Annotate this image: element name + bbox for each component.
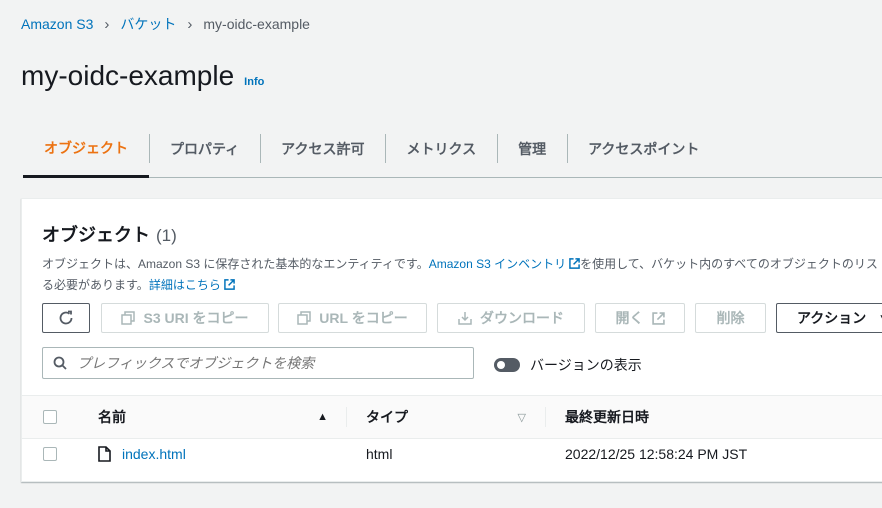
object-count: (1)	[156, 226, 177, 245]
copy-s3-uri-button[interactable]: S3 URI をコピー	[101, 303, 269, 333]
chevron-right-icon: ›	[104, 15, 110, 33]
external-link-icon	[569, 258, 580, 269]
breadcrumb-buckets[interactable]: バケット	[120, 14, 176, 34]
tab-bar: オブジェクト プロパティ アクセス許可 メトリクス 管理 アクセスポイント	[23, 120, 882, 178]
refresh-icon	[59, 310, 73, 325]
select-all-checkbox[interactable]	[43, 410, 57, 424]
search-box	[42, 347, 474, 379]
tab-metrics[interactable]: メトリクス	[385, 120, 497, 177]
panel-title: オブジェクト	[42, 225, 150, 245]
sort-icon: ▽	[517, 411, 526, 424]
info-link[interactable]: Info	[244, 76, 264, 88]
object-name-link[interactable]: index.html	[122, 446, 186, 462]
tab-objects[interactable]: オブジェクト	[23, 120, 149, 178]
page-title: my-oidc-example	[21, 60, 235, 91]
object-last-modified-cell: 2022/12/25 12:58:24 PM JST	[565, 446, 748, 462]
chevron-right-icon: ›	[187, 15, 193, 33]
search-icon	[53, 356, 67, 370]
page-header: my-oidc-example Info	[21, 60, 264, 92]
column-header-last-modified[interactable]: 最終更新日時	[565, 396, 649, 438]
versions-toggle-label: バージョンの表示	[530, 357, 642, 373]
column-header-type[interactable]: タイプ ▽	[366, 396, 526, 438]
copy-icon	[121, 311, 136, 325]
column-divider	[346, 407, 347, 427]
description-text: オブジェクトは、Amazon S3 に保存された基本的なエンティティです。	[42, 257, 429, 271]
learn-more-link[interactable]: 詳細はこちら	[149, 278, 235, 292]
external-link-icon	[224, 279, 235, 290]
delete-button[interactable]: 削除	[695, 303, 766, 333]
object-type-cell: html	[366, 446, 393, 462]
copy-icon	[297, 311, 312, 325]
tab-permissions[interactable]: アクセス許可	[260, 120, 385, 177]
objects-panel: オブジェクト (1) オブジェクトは、Amazon S3 に保存された基本的なエ…	[21, 198, 882, 482]
copy-url-button[interactable]: URL をコピー	[278, 303, 427, 333]
tab-management[interactable]: 管理	[497, 120, 567, 177]
tab-properties[interactable]: プロパティ	[149, 120, 260, 177]
panel-header: オブジェクト (1)	[42, 221, 177, 247]
inventory-link[interactable]: Amazon S3 インベントリ	[429, 257, 580, 271]
search-input[interactable]	[75, 354, 459, 372]
description-text-3: る必要があります。	[42, 278, 149, 292]
table-row: index.html html 2022/12/25 12:58:24 PM J…	[22, 437, 882, 477]
external-link-icon	[651, 311, 665, 325]
sort-ascending-icon: ▲	[317, 411, 328, 423]
refresh-button[interactable]	[42, 303, 90, 333]
actions-dropdown[interactable]: アクション ▼	[776, 303, 882, 333]
tab-access-points[interactable]: アクセスポイント	[567, 120, 720, 177]
table-header: 名前 ▲ タイプ ▽ 最終更新日時	[22, 395, 882, 439]
caret-down-icon: ▼	[878, 313, 882, 324]
description-text-2: を使用して、バケット内のすべてのオブジェクトのリス	[580, 257, 878, 271]
row-checkbox[interactable]	[43, 447, 57, 461]
download-button[interactable]: ダウンロード	[437, 303, 585, 333]
file-icon	[98, 446, 111, 462]
column-divider	[545, 407, 546, 427]
open-button[interactable]: 開く	[595, 303, 685, 333]
download-icon	[458, 311, 472, 325]
column-header-name[interactable]: 名前 ▲	[98, 396, 328, 438]
versions-toggle[interactable]: バージョンの表示	[494, 355, 642, 375]
breadcrumb-amazon-s3[interactable]: Amazon S3	[21, 16, 93, 32]
breadcrumb: Amazon S3 › バケット › my-oidc-example	[21, 14, 310, 34]
panel-description: オブジェクトは、Amazon S3 に保存された基本的なエンティティです。Ama…	[42, 254, 882, 296]
breadcrumb-current: my-oidc-example	[203, 16, 310, 32]
object-name-cell: index.html	[98, 437, 186, 471]
toggle-switch[interactable]	[494, 358, 520, 372]
